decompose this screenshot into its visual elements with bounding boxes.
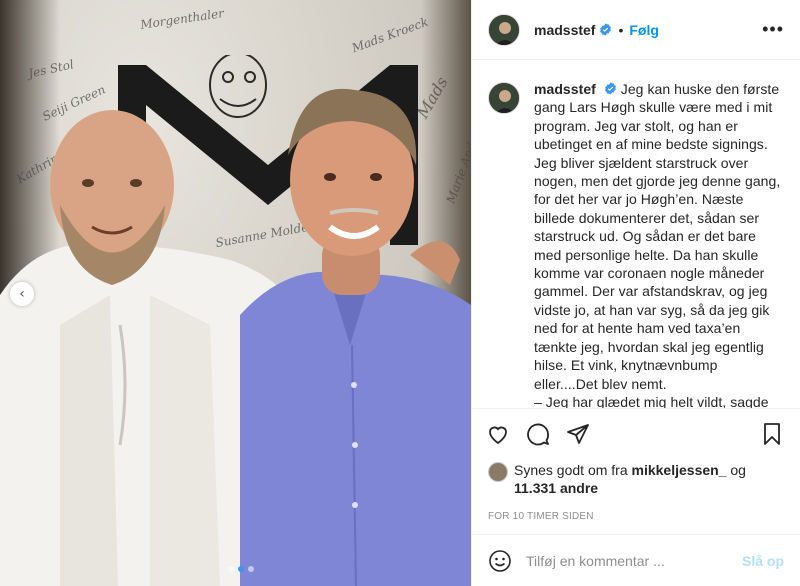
comment-bar: Slå op bbox=[472, 534, 800, 586]
likes-count-link[interactable]: 11.331 andre bbox=[514, 480, 598, 496]
liker-avatar[interactable] bbox=[488, 462, 508, 482]
follow-button[interactable]: Følg bbox=[629, 22, 659, 38]
bookmark-icon[interactable] bbox=[760, 422, 786, 448]
more-options-icon[interactable]: ••• bbox=[762, 19, 784, 40]
carousel-dots bbox=[228, 566, 254, 572]
likes-summary: Synes godt om fra mikkeljessen_ og 11.33… bbox=[472, 461, 800, 497]
username-link[interactable]: madsstef bbox=[534, 22, 595, 38]
caption-body: Jeg kan huske den første gang Lars Høgh … bbox=[534, 81, 781, 409]
carousel-dot-active bbox=[238, 566, 244, 572]
post-photo[interactable]: Morgenthaler Mads Kroeck Jes Stol Seiji … bbox=[0, 0, 471, 586]
caption: madsstef Jeg kan huske den første gang L… bbox=[488, 80, 784, 409]
chevron-left-icon: ‹ bbox=[19, 286, 25, 302]
action-bar bbox=[472, 409, 800, 461]
heart-icon[interactable] bbox=[486, 422, 512, 448]
carousel-dot bbox=[228, 566, 234, 572]
verified-badge-icon bbox=[604, 82, 617, 95]
comment-icon[interactable] bbox=[526, 422, 552, 448]
post-timestamp[interactable]: FOR 10 TIMER SIDEN bbox=[472, 497, 800, 537]
header-separator: • bbox=[618, 21, 624, 38]
post-side-panel: madsstef • Følg ••• madsstef Jeg kan hus… bbox=[471, 0, 800, 586]
avatar[interactable] bbox=[488, 13, 520, 46]
post-comment-button[interactable]: Slå op bbox=[742, 553, 784, 569]
emoji-icon[interactable] bbox=[488, 549, 512, 573]
carousel-dot bbox=[248, 566, 254, 572]
caption-username-link[interactable]: madsstef bbox=[534, 81, 596, 97]
instagram-post: Morgenthaler Mads Kroeck Jes Stol Seiji … bbox=[0, 0, 800, 586]
man-blue-shirt bbox=[240, 88, 471, 586]
post-header: madsstef • Følg ••• bbox=[472, 0, 800, 60]
likes-text: Synes godt om fra mikkeljessen_ og 11.33… bbox=[514, 462, 746, 496]
caption-scroll-area[interactable]: madsstef Jeg kan huske den første gang L… bbox=[472, 60, 800, 409]
verified-badge-icon bbox=[599, 23, 612, 36]
liker-username-link[interactable]: mikkeljessen_ bbox=[632, 462, 727, 478]
avatar[interactable] bbox=[488, 82, 520, 114]
carousel-prev-button[interactable]: ‹ bbox=[10, 282, 34, 306]
comment-input[interactable] bbox=[526, 552, 742, 569]
share-icon[interactable] bbox=[566, 422, 592, 448]
caption-text: madsstef Jeg kan huske den første gang L… bbox=[534, 80, 784, 409]
